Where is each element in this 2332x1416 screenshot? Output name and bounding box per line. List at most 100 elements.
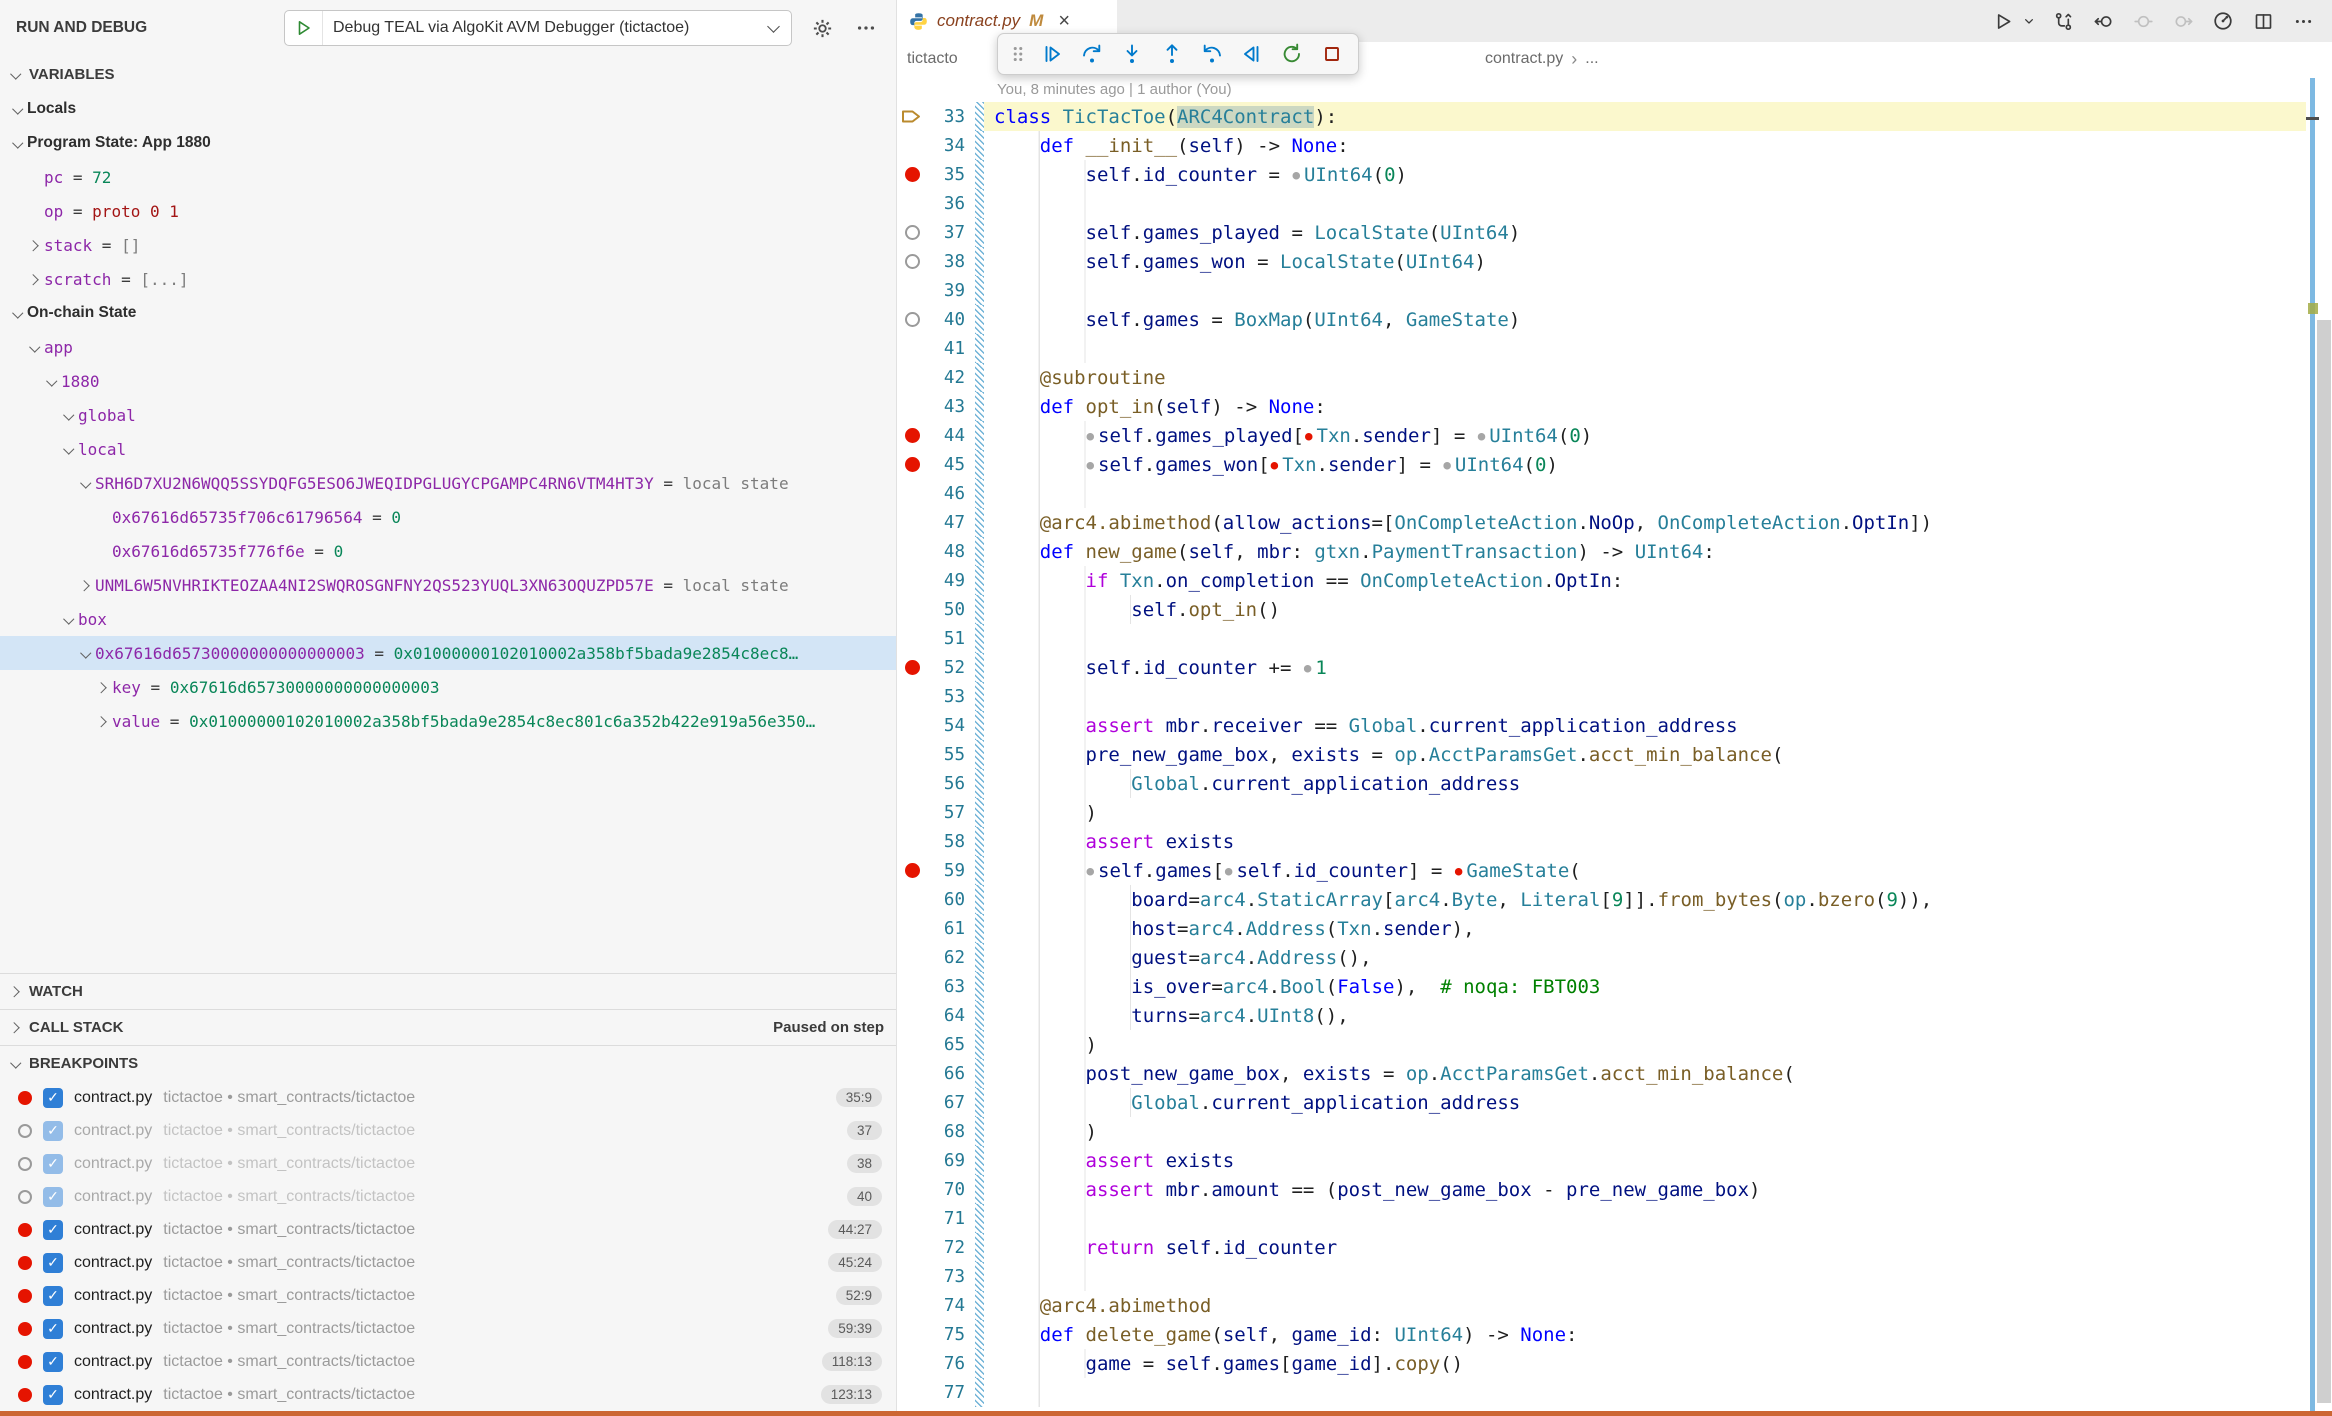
variable-row[interactable]: scratch = [...] bbox=[0, 262, 896, 296]
breakpoint-row[interactable]: ✓contract.pytictactoe • smart_contracts/… bbox=[0, 1081, 896, 1114]
code-line-52[interactable]: 52self.id_counter += ●1 bbox=[897, 653, 2332, 682]
breakpoint-gutter[interactable] bbox=[897, 798, 927, 827]
code-line-47[interactable]: 47@arc4.abimethod(allow_actions=[OnCompl… bbox=[897, 508, 2332, 537]
breakpoint-gutter[interactable] bbox=[897, 972, 927, 1001]
chevron-right-icon[interactable] bbox=[78, 577, 95, 594]
breakpoint-row[interactable]: ✓contract.pytictactoe • smart_contracts/… bbox=[0, 1147, 896, 1180]
code-line-61[interactable]: 61host=arc4.Address(Txn.sender), bbox=[897, 914, 2332, 943]
breakpoint-gutter[interactable] bbox=[897, 1146, 927, 1175]
code-line-72[interactable]: 72return self.id_counter bbox=[897, 1233, 2332, 1262]
breakpoint-gutter[interactable] bbox=[897, 624, 927, 653]
chevron-down-icon[interactable] bbox=[61, 407, 78, 424]
breakpoint-gutter[interactable] bbox=[897, 943, 927, 972]
breakpoint-gutter[interactable] bbox=[897, 421, 927, 450]
chevron-down-icon[interactable] bbox=[10, 135, 27, 152]
code-line-76[interactable]: 76game = self.games[game_id].copy() bbox=[897, 1349, 2332, 1378]
code-line-54[interactable]: 54assert mbr.receiver == Global.current_… bbox=[897, 711, 2332, 740]
code-line-62[interactable]: 62guest=arc4.Address(), bbox=[897, 943, 2332, 972]
code-line-65[interactable]: 65) bbox=[897, 1030, 2332, 1059]
breakpoint-gutter[interactable] bbox=[897, 1175, 927, 1204]
breakpoint-gutter[interactable] bbox=[897, 1001, 927, 1030]
breakpoint-gutter[interactable] bbox=[897, 276, 927, 305]
breakpoint-checkbox[interactable]: ✓ bbox=[43, 1154, 63, 1174]
continue-button[interactable] bbox=[1033, 37, 1070, 71]
restart-button[interactable] bbox=[1273, 37, 1310, 71]
variable-row[interactable]: Locals bbox=[0, 92, 896, 126]
variable-row[interactable]: stack = [] bbox=[0, 228, 896, 262]
breakpoint-gutter[interactable] bbox=[897, 305, 927, 334]
next-change-icon[interactable] bbox=[2168, 6, 2198, 36]
breakpoint-row[interactable]: ✓contract.pytictactoe • smart_contracts/… bbox=[0, 1312, 896, 1345]
code-line-56[interactable]: 56Global.current_application_address bbox=[897, 769, 2332, 798]
inline-breakpoint-candidate-icon[interactable]: ● bbox=[1087, 428, 1095, 443]
breakpoint-gutter[interactable] bbox=[897, 247, 927, 276]
compare-changes-icon[interactable] bbox=[2048, 6, 2078, 36]
close-icon[interactable]: × bbox=[1058, 11, 1070, 31]
inline-breakpoint-active-icon[interactable]: ● bbox=[1455, 863, 1463, 878]
call-stack-section-header[interactable]: CALL STACK Paused on step bbox=[0, 1009, 896, 1045]
watch-section-header[interactable]: WATCH bbox=[0, 973, 896, 1009]
breakpoint-gutter[interactable] bbox=[897, 479, 927, 508]
code-line-37[interactable]: 37self.games_played = LocalState(UInt64) bbox=[897, 218, 2332, 247]
code-line-73[interactable]: 73 bbox=[897, 1262, 2332, 1291]
current-change-icon[interactable] bbox=[2128, 6, 2158, 36]
editor-scrollbar[interactable] bbox=[2317, 320, 2331, 1403]
gear-icon[interactable] bbox=[808, 14, 836, 42]
chevron-down-icon[interactable] bbox=[27, 339, 44, 356]
breakpoint-row[interactable]: ✓contract.pytictactoe • smart_contracts/… bbox=[0, 1114, 896, 1147]
breadcrumb-item-file[interactable]: contract.py bbox=[1485, 50, 1563, 68]
chevron-down-icon[interactable] bbox=[78, 645, 95, 662]
breakpoint-row[interactable]: ✓contract.pytictactoe • smart_contracts/… bbox=[0, 1378, 896, 1411]
code-line-33[interactable]: 33class TicTacToe(ARC4Contract): bbox=[897, 102, 2332, 131]
code-line-71[interactable]: 71 bbox=[897, 1204, 2332, 1233]
breakpoint-gutter[interactable] bbox=[897, 1378, 927, 1407]
breakpoint-gutter[interactable] bbox=[897, 1059, 927, 1088]
code-line-39[interactable]: 39 bbox=[897, 276, 2332, 305]
code-line-35[interactable]: 35self.id_counter = ●UInt64(0) bbox=[897, 160, 2332, 189]
code-line-50[interactable]: 50self.opt_in() bbox=[897, 595, 2332, 624]
code-line-49[interactable]: 49if Txn.on_completion == OnCompleteActi… bbox=[897, 566, 2332, 595]
breakpoint-gutter[interactable] bbox=[897, 769, 927, 798]
breakpoint-row[interactable]: ✓contract.pytictactoe • smart_contracts/… bbox=[0, 1213, 896, 1246]
breakpoint-gutter[interactable] bbox=[897, 102, 927, 131]
timeline-icon[interactable] bbox=[2208, 6, 2238, 36]
breakpoint-gutter[interactable] bbox=[897, 1030, 927, 1059]
run-dropdown-icon[interactable] bbox=[2020, 6, 2038, 36]
variable-row[interactable]: SRH6D7XU2N6WQQ5SSYDQFG5ESO6JWEQIDPGLUGYC… bbox=[0, 466, 896, 500]
code-line-68[interactable]: 68) bbox=[897, 1117, 2332, 1146]
breakpoint-gutter[interactable] bbox=[897, 595, 927, 624]
code-line-57[interactable]: 57) bbox=[897, 798, 2332, 827]
chevron-down-icon[interactable] bbox=[10, 101, 27, 118]
breakpoint-gutter[interactable] bbox=[897, 1291, 927, 1320]
breakpoint-row[interactable]: ✓contract.pytictactoe • smart_contracts/… bbox=[0, 1279, 896, 1312]
run-icon[interactable] bbox=[1988, 6, 2018, 36]
variable-row[interactable]: UNML6W5NVHRIKTEOZAA4NI2SWQROSGNFNY2QS523… bbox=[0, 568, 896, 602]
breakpoint-gutter[interactable] bbox=[897, 1262, 927, 1291]
breakpoint-row[interactable]: ✓contract.pytictactoe • smart_contracts/… bbox=[0, 1246, 896, 1279]
breakpoint-gutter[interactable] bbox=[897, 914, 927, 943]
variable-row[interactable]: box bbox=[0, 602, 896, 636]
inline-breakpoint-active-icon[interactable]: ● bbox=[1271, 457, 1279, 472]
variable-row[interactable]: 1880 bbox=[0, 364, 896, 398]
breakpoint-gutter[interactable] bbox=[897, 885, 927, 914]
variable-row[interactable]: op = proto 0 1 bbox=[0, 194, 896, 228]
code-line-66[interactable]: 66post_new_game_box, exists = op.AcctPar… bbox=[897, 1059, 2332, 1088]
chevron-down-icon[interactable] bbox=[10, 305, 27, 322]
code-line-63[interactable]: 63is_over=arc4.Bool(False), # noqa: FBT0… bbox=[897, 972, 2332, 1001]
variable-row[interactable]: local bbox=[0, 432, 896, 466]
code-line-64[interactable]: 64turns=arc4.UInt8(), bbox=[897, 1001, 2332, 1030]
breakpoint-checkbox[interactable]: ✓ bbox=[43, 1187, 63, 1207]
previous-change-icon[interactable] bbox=[2088, 6, 2118, 36]
variables-section-header[interactable]: VARIABLES bbox=[0, 56, 896, 92]
breakpoint-gutter[interactable] bbox=[897, 1320, 927, 1349]
code-line-74[interactable]: 74@arc4.abimethod bbox=[897, 1291, 2332, 1320]
views-more-actions-icon[interactable] bbox=[852, 14, 880, 42]
breakpoint-gutter[interactable] bbox=[897, 334, 927, 363]
code-line-59[interactable]: 59●self.games[●self.id_counter] = ●GameS… bbox=[897, 856, 2332, 885]
breakpoint-gutter[interactable] bbox=[897, 827, 927, 856]
breadcrumb-item-symbol[interactable]: ... bbox=[1585, 50, 1598, 68]
code-line-44[interactable]: 44●self.games_played[●Txn.sender] = ●UIn… bbox=[897, 421, 2332, 450]
variable-row[interactable]: 0x67616d65730000000000000003 = 0x0100000… bbox=[0, 636, 896, 670]
breakpoint-gutter[interactable] bbox=[897, 740, 927, 769]
inline-breakpoint-candidate-icon[interactable]: ● bbox=[1087, 863, 1095, 878]
